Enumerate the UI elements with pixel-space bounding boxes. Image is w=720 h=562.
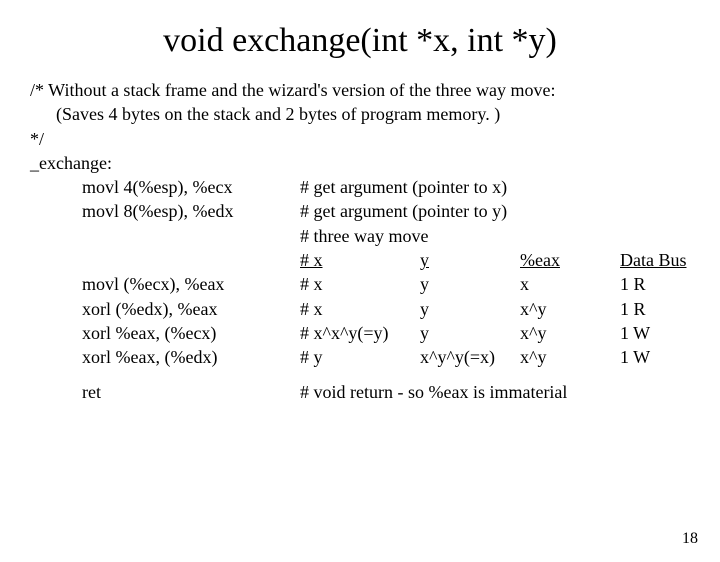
slide-body: /* Without a stack frame and the wizard'… bbox=[0, 78, 720, 404]
slide-title: void exchange(int *x, int *y) bbox=[0, 22, 720, 60]
cell: 1 R bbox=[620, 272, 710, 296]
asm-comment: # three way move bbox=[300, 224, 710, 248]
asm-instr: movl 8(%esp), %edx bbox=[30, 199, 300, 223]
cell: x^y bbox=[520, 297, 620, 321]
asm-instr: xorl %eax, (%ecx) bbox=[30, 321, 300, 345]
asm-instr: xorl (%edx), %eax bbox=[30, 297, 300, 321]
asm-instr: xorl %eax, (%edx) bbox=[30, 345, 300, 369]
asm-label: _exchange: bbox=[30, 151, 700, 175]
cell: x^y bbox=[520, 345, 620, 369]
asm-comment: # get argument (pointer to x) bbox=[300, 175, 710, 199]
cell: 1 W bbox=[620, 345, 710, 369]
comment-line-1: /* Without a stack frame and the wizard'… bbox=[30, 78, 700, 102]
cell: # x^x^y(=y) bbox=[300, 321, 420, 345]
cell: y bbox=[420, 297, 520, 321]
asm-comment: # void return - so %eax is immaterial bbox=[300, 380, 710, 404]
asm-instr bbox=[30, 224, 300, 248]
cell: # y bbox=[300, 345, 420, 369]
col-header-x: # x bbox=[300, 250, 323, 270]
asm-instr bbox=[30, 248, 300, 272]
page-number: 18 bbox=[682, 530, 698, 548]
col-header-y: y bbox=[420, 250, 429, 270]
asm-comment: # get argument (pointer to y) bbox=[300, 199, 710, 223]
cell: y bbox=[420, 321, 520, 345]
cell: 1 R bbox=[620, 297, 710, 321]
asm-table: movl 4(%esp), %ecx # get argument (point… bbox=[30, 175, 700, 369]
cell: x bbox=[520, 272, 620, 296]
cell: y bbox=[420, 272, 520, 296]
asm-instr: ret bbox=[30, 380, 300, 404]
cell: 1 W bbox=[620, 321, 710, 345]
asm-ret-row: ret # void return - so %eax is immateria… bbox=[30, 380, 700, 404]
comment-line-3: */ bbox=[30, 127, 700, 151]
comment-line-2: (Saves 4 bytes on the stack and 2 bytes … bbox=[30, 102, 700, 126]
asm-instr: movl (%ecx), %eax bbox=[30, 272, 300, 296]
col-header-eax: %eax bbox=[520, 250, 560, 270]
asm-instr: movl 4(%esp), %ecx bbox=[30, 175, 300, 199]
cell: # x bbox=[300, 272, 420, 296]
col-header-bus: Data Bus bbox=[620, 250, 687, 270]
cell: x^y^y(=x) bbox=[420, 345, 520, 369]
cell: x^y bbox=[520, 321, 620, 345]
cell: # x bbox=[300, 297, 420, 321]
